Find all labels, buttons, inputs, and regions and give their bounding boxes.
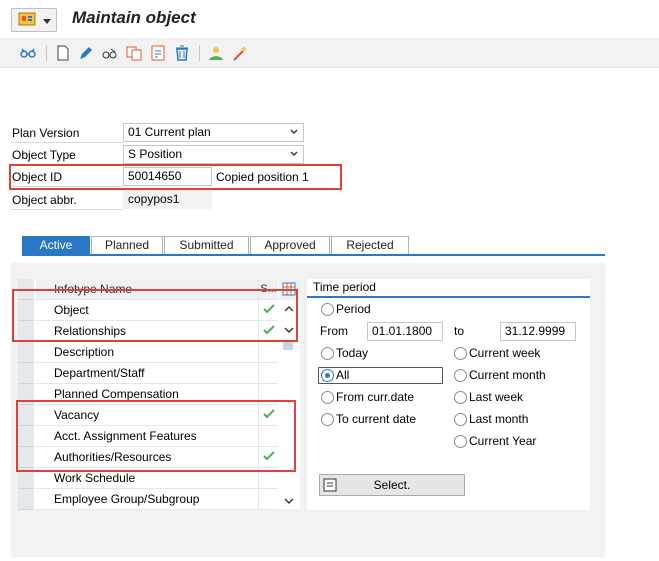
row-selector[interactable] xyxy=(18,342,34,363)
glasses-icon[interactable] xyxy=(19,44,37,62)
option-label: Current Year xyxy=(469,434,537,448)
menu-icon xyxy=(18,12,36,26)
to-date-field[interactable]: 31.12.9999 xyxy=(500,322,576,341)
status-highlight-box-1 xyxy=(12,289,298,342)
overview-icon[interactable] xyxy=(207,44,225,62)
period-radio[interactable] xyxy=(321,303,334,316)
option-radio-right-1[interactable] xyxy=(454,369,467,382)
new-document-icon[interactable] xyxy=(54,44,72,62)
status-cell xyxy=(258,489,278,510)
option-label: Last month xyxy=(469,412,529,426)
status-cell xyxy=(258,342,278,363)
table-row[interactable]: Employee Group/Subgroup xyxy=(18,489,300,510)
select-button[interactable]: Select. xyxy=(319,474,465,496)
execute-icon xyxy=(323,478,337,492)
chevron-down-icon[interactable] xyxy=(284,497,294,505)
to-label: to xyxy=(454,324,465,338)
tab-underline xyxy=(22,254,605,256)
option-label: Current month xyxy=(469,368,546,382)
option-radio-left-2[interactable] xyxy=(321,391,334,404)
plan-version-select[interactable]: 01 Current plan xyxy=(123,123,304,142)
chevron-down-icon xyxy=(43,19,51,24)
option-radio-left-3[interactable] xyxy=(321,413,334,426)
plan-version-label: Plan Version xyxy=(11,123,123,143)
period-label: Period xyxy=(336,302,371,316)
table-row[interactable]: Department/Staff xyxy=(18,363,300,384)
object-abbr-field: copypos1 xyxy=(123,190,212,209)
chevron-down-icon xyxy=(290,151,298,156)
delimit-icon[interactable] xyxy=(149,44,167,62)
object-abbr-label: Object abbr. xyxy=(11,190,123,210)
option-radio-right-2[interactable] xyxy=(454,391,467,404)
toolbar xyxy=(0,38,659,68)
table-row[interactable]: Description xyxy=(18,342,300,363)
edit-pencil-icon[interactable] xyxy=(77,44,95,62)
option-label: Current week xyxy=(469,346,541,360)
option-label: Last week xyxy=(469,390,524,404)
app-menu-button[interactable] xyxy=(11,8,57,32)
tab-approved[interactable]: Approved xyxy=(250,236,330,255)
delete-icon[interactable] xyxy=(173,44,191,62)
tab-rejected[interactable]: Rejected xyxy=(331,236,409,255)
wand-icon[interactable] xyxy=(231,44,249,62)
option-radio-left-0[interactable] xyxy=(321,347,334,360)
infotype-name: Description xyxy=(36,342,258,363)
page-title: Maintain object xyxy=(72,8,196,27)
option-radio-right-3[interactable] xyxy=(454,413,467,426)
time-period-underline xyxy=(307,296,590,298)
object-type-select[interactable]: S Position xyxy=(123,145,304,164)
tab-active[interactable]: Active xyxy=(22,236,90,255)
status-cell xyxy=(258,363,278,384)
option-label: To current date xyxy=(336,412,417,426)
infotype-name: Department/Staff xyxy=(36,363,258,384)
chevron-down-icon xyxy=(290,129,298,134)
object-type-value: S Position xyxy=(128,147,183,161)
display-icon[interactable] xyxy=(101,44,119,62)
option-label: From curr.date xyxy=(336,390,415,404)
option-radio-right-4[interactable] xyxy=(454,435,467,448)
row-selector[interactable] xyxy=(18,363,34,384)
tab-submitted[interactable]: Submitted xyxy=(164,236,249,255)
tab-planned[interactable]: Planned xyxy=(91,236,163,255)
option-label: Today xyxy=(336,346,369,360)
row-selector[interactable] xyxy=(18,489,34,510)
focus-outline-all xyxy=(318,367,443,384)
from-date-field[interactable]: 01.01.1800 xyxy=(367,322,443,341)
infotype-name: Employee Group/Subgroup xyxy=(36,489,258,510)
status-highlight-box-2 xyxy=(16,400,296,472)
time-period-title: Time period xyxy=(313,280,376,294)
select-button-label: Select. xyxy=(373,478,411,492)
copy-icon[interactable] xyxy=(125,44,143,62)
option-radio-right-0[interactable] xyxy=(454,347,467,360)
object-id-highlight xyxy=(9,164,342,190)
plan-version-value: 01 Current plan xyxy=(128,125,211,139)
object-type-label: Object Type xyxy=(11,145,123,165)
from-label: From xyxy=(320,324,348,338)
